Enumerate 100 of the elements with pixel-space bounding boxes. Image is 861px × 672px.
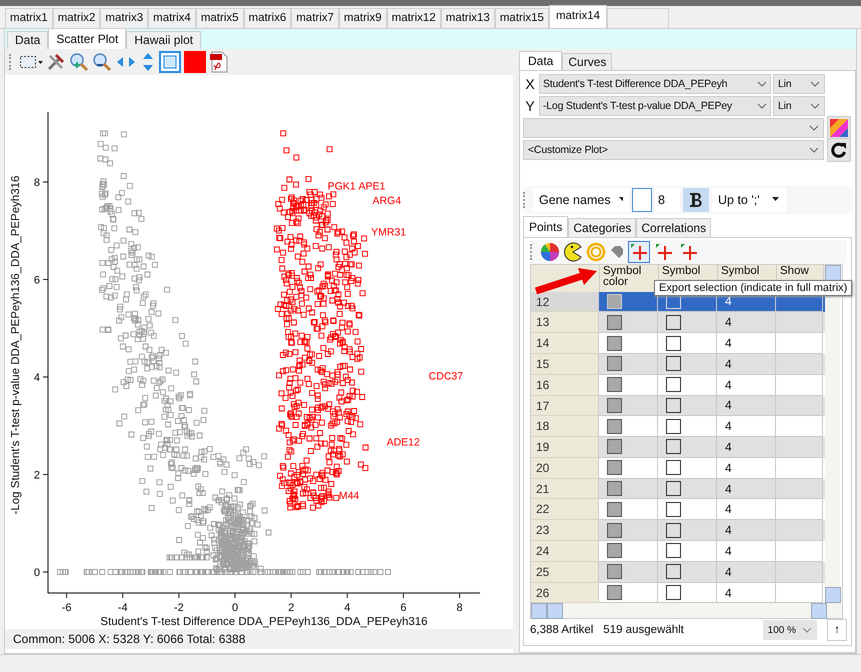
symbol-box[interactable] — [666, 585, 681, 600]
color-wheel-icon[interactable] — [540, 242, 560, 262]
x-tick-label: 8 — [456, 602, 463, 614]
table-row[interactable]: 14 4 — [531, 333, 825, 354]
label-column-dropdown[interactable]: Gene names — [533, 188, 629, 212]
export-button[interactable] — [628, 240, 650, 263]
matrix-tab[interactable]: matrix5 — [196, 8, 244, 28]
x-axis-title: Student's T-test Difference DDA_PEPeyh136_DDA_PEPeyh316 — [100, 616, 428, 628]
symbol-box[interactable] — [666, 398, 681, 413]
symbol-box[interactable] — [666, 418, 681, 434]
symbol-box[interactable] — [666, 481, 681, 496]
pdf-icon[interactable] — [209, 50, 229, 73]
view-tab[interactable]: Hawaii plot — [126, 30, 202, 49]
table-row[interactable]: 19 4 — [531, 437, 825, 458]
symbol-box[interactable] — [666, 336, 681, 350]
color-swatch[interactable] — [607, 439, 622, 454]
matrix-tab[interactable]: matrix6 — [244, 8, 292, 28]
color-gradient-icon[interactable] — [827, 116, 851, 140]
panel-tab[interactable]: Curves — [562, 52, 612, 70]
symbol-box[interactable] — [666, 543, 681, 558]
symbol-box[interactable] — [666, 356, 681, 372]
symbol-box[interactable] — [666, 522, 681, 538]
column-dropdown[interactable]: -Log Student's T-test p-value DDA_PEPey — [539, 96, 771, 116]
label-mode-dropdown[interactable]: Up to ';' — [712, 188, 786, 212]
row-number: 24 — [531, 541, 599, 562]
table-row[interactable]: 21 4 — [531, 478, 825, 500]
zoom-out-icon[interactable] — [92, 52, 112, 72]
symbol-box[interactable] — [666, 460, 681, 476]
matrix-tab[interactable]: matrix3 — [100, 8, 148, 28]
caret-icon — [618, 197, 623, 202]
matrix-tab[interactable]: matrix2 — [52, 8, 100, 28]
symbol-box[interactable] — [666, 564, 681, 580]
table-row[interactable]: 18 4 — [531, 416, 825, 438]
pacman-icon[interactable] — [563, 242, 583, 262]
scale-dropdown[interactable]: Lin — [773, 74, 825, 94]
color-swatch[interactable] — [607, 564, 622, 580]
table-tab[interactable]: Points — [523, 216, 568, 237]
color-swatch[interactable] — [607, 398, 622, 413]
tools-icon[interactable] — [46, 52, 66, 72]
up-down-arrows-icon[interactable] — [140, 50, 156, 73]
color-swatch[interactable] — [607, 377, 622, 392]
table-row[interactable]: 13 4 — [531, 312, 825, 334]
color-dropdown[interactable] — [523, 118, 824, 138]
matrix-tab[interactable]: matrix4 — [148, 8, 196, 28]
axis-letter: Y — [524, 98, 536, 114]
color-swatch[interactable] — [607, 522, 622, 538]
table-row[interactable]: 24 4 — [531, 541, 825, 562]
scale-dropdown[interactable]: Lin — [773, 96, 825, 116]
refresh-icon[interactable] — [827, 138, 851, 162]
label-color-box[interactable] — [632, 188, 652, 212]
color-swatch[interactable] — [607, 356, 622, 372]
bold-button[interactable] — [683, 188, 709, 212]
color-swatch[interactable] — [607, 502, 622, 517]
matrix-tab[interactable]: matrix9 — [338, 8, 387, 28]
table-row[interactable]: 25 4 — [531, 562, 825, 583]
table-row[interactable]: 15 4 — [531, 354, 825, 375]
view-tab[interactable]: Data — [7, 30, 48, 49]
y-tick-label: 2 — [34, 469, 40, 482]
symbol-box[interactable] — [666, 377, 681, 392]
table-row[interactable]: 20 4 — [531, 458, 825, 479]
panel-tab[interactable]: Data — [519, 50, 562, 70]
color-swatch[interactable] — [607, 585, 622, 600]
color-swatch[interactable] — [607, 314, 622, 330]
matrix-tab[interactable]: matrix14 — [548, 4, 608, 28]
y-tick-label: 4 — [34, 372, 40, 384]
table-tab[interactable]: Correlations — [636, 218, 712, 237]
y-axis-title: -Log Student's T-test p-value DDA_PEPeyh136_DDA_PEPeyh316 — [10, 175, 22, 514]
color-swatch[interactable] — [607, 460, 622, 476]
x-tick-label: 6 — [400, 602, 406, 614]
fit-view-icon[interactable] — [159, 50, 181, 73]
matrix-tab[interactable]: matrix12 — [386, 8, 441, 28]
table-row[interactable]: 17 4 — [531, 396, 825, 416]
up-button[interactable]: ↑ — [827, 619, 847, 642]
table-row[interactable]: 16 4 — [531, 374, 825, 396]
color-swatch[interactable] — [607, 543, 622, 558]
color-swatch[interactable] — [607, 418, 622, 434]
table-row[interactable]: 23 4 — [531, 520, 825, 542]
view-tab[interactable]: Scatter Plot — [48, 28, 126, 49]
column-dropdown[interactable]: Student's T-test Difference DDA_PEPeyh — [539, 74, 771, 94]
font-size-field[interactable]: 8 — [655, 188, 680, 212]
zoom-dropdown[interactable]: 100 % — [762, 620, 817, 640]
symbol-box[interactable] — [666, 502, 681, 517]
matrix-tab[interactable]: matrix15 — [494, 8, 549, 28]
gene-label: PGK1 — [328, 180, 356, 192]
table-tab[interactable]: Categories — [568, 218, 636, 237]
matrix-tab[interactable]: matrix7 — [291, 8, 339, 28]
symbol-box[interactable] — [666, 314, 681, 330]
table-row[interactable]: 26 4 — [531, 582, 825, 604]
color-swatch[interactable] — [607, 336, 622, 350]
symbol-box[interactable] — [666, 439, 681, 454]
customize-dropdown[interactable]: <Customize Plot> — [523, 140, 824, 160]
matrix-tab[interactable]: matrix13 — [440, 8, 495, 28]
tag-icon[interactable] — [609, 244, 625, 260]
color-swatch[interactable] — [607, 481, 622, 496]
zoom-in-icon[interactable] — [69, 52, 89, 72]
horizontal-scrollbar[interactable] — [531, 603, 842, 618]
color-swatch[interactable] — [184, 50, 206, 73]
table-row[interactable]: 22 4 — [531, 499, 825, 520]
chevron-icon — [757, 80, 767, 87]
matrix-tab[interactable]: matrix1 — [5, 8, 53, 28]
